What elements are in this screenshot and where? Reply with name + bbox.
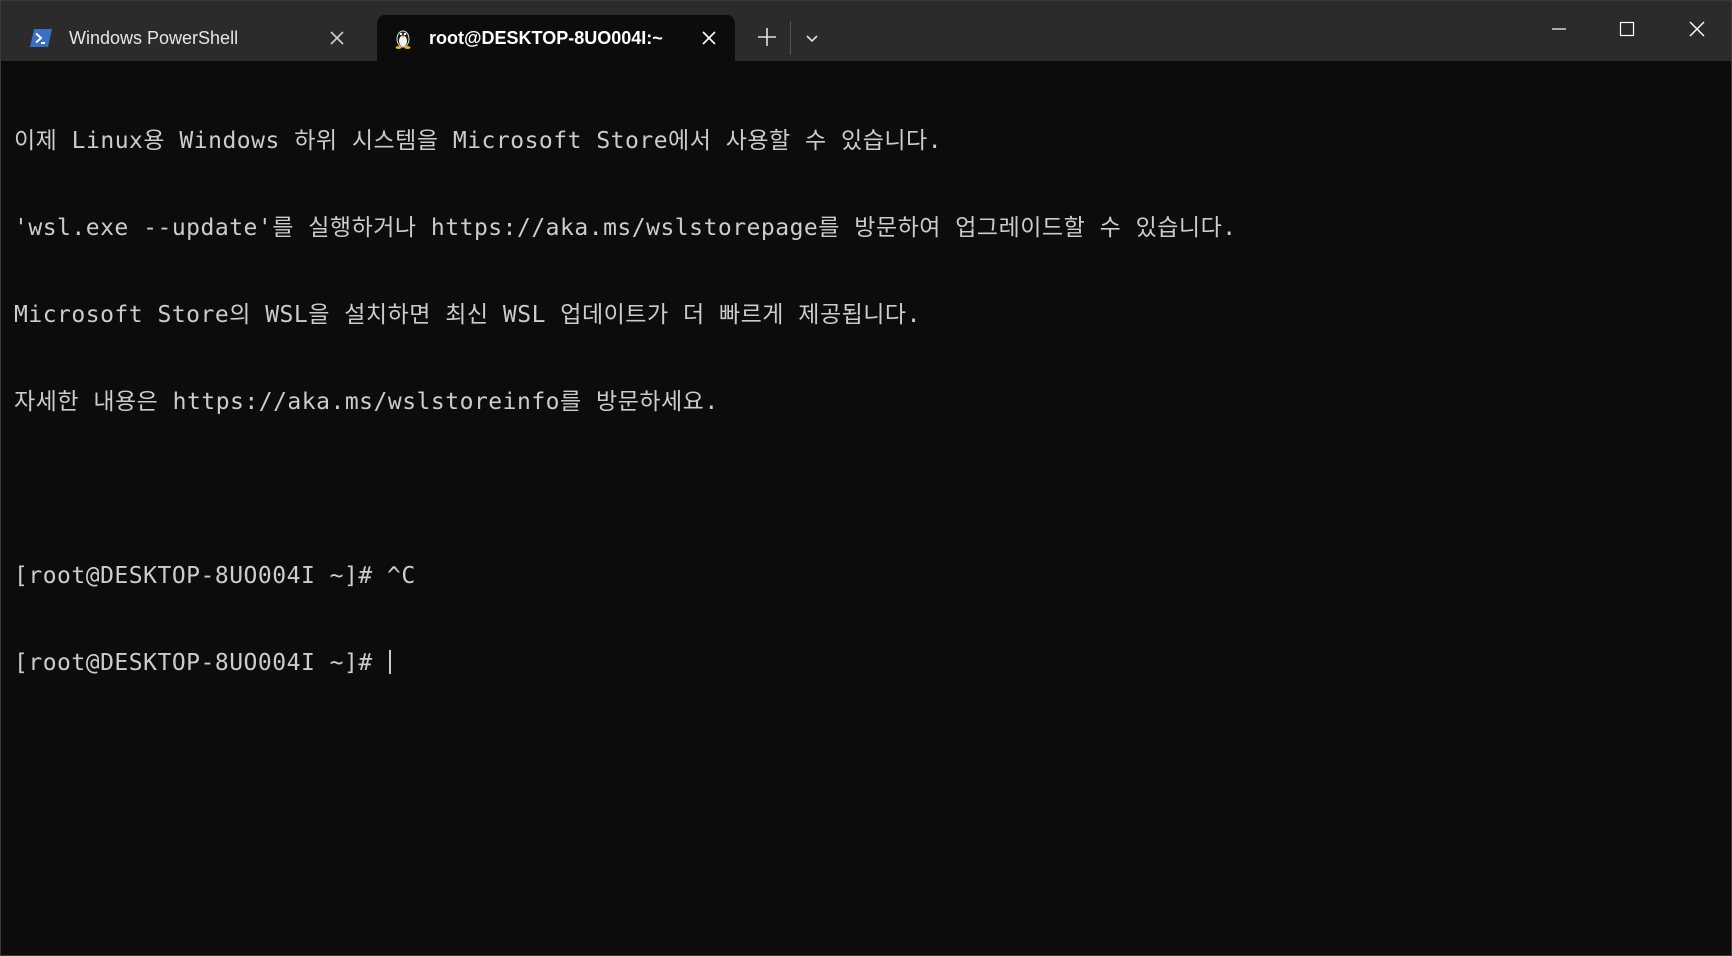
close-icon xyxy=(1688,20,1706,43)
maximize-button[interactable] xyxy=(1593,1,1661,61)
minimize-button[interactable] xyxy=(1525,1,1593,61)
tab-title-powershell: Windows PowerShell xyxy=(69,28,239,48)
shell-prompt: [root@DESKTOP-8UO004I ~]# xyxy=(14,650,388,676)
text-cursor xyxy=(389,650,392,674)
terminal-line: 이제 Linux용 Windows 하위 시스템을 Microsoft Stor… xyxy=(14,128,943,154)
maximize-icon xyxy=(1619,21,1635,42)
terminal-line: [root@DESKTOP-8UO004I ~]# ^C xyxy=(14,563,416,589)
close-window-button[interactable] xyxy=(1663,1,1731,61)
title-bar: Windows PowerShell root@DESKTOP-8UO004I:… xyxy=(1,1,1731,61)
close-tab-icon[interactable] xyxy=(325,26,349,50)
new-tab-button[interactable] xyxy=(751,23,783,55)
terminal-line: 자세한 내용은 https://aka.ms/wslstoreinfo를 방문하… xyxy=(14,389,719,415)
tab-title-linux: root@DESKTOP-8UO004I:~ xyxy=(429,28,663,48)
tab-windows-powershell[interactable]: Windows PowerShell xyxy=(13,15,369,61)
titlebar-divider xyxy=(790,21,791,55)
terminal-output[interactable]: 이제 Linux용 Windows 하위 시스템을 Microsoft Stor… xyxy=(1,61,1731,955)
linux-penguin-icon xyxy=(391,26,415,50)
tab-linux-root[interactable]: root@DESKTOP-8UO004I:~ xyxy=(377,15,735,61)
chevron-down-icon xyxy=(805,30,819,48)
terminal-window: Windows PowerShell root@DESKTOP-8UO004I:… xyxy=(0,0,1732,956)
minimize-icon xyxy=(1551,21,1567,42)
powershell-icon xyxy=(29,26,53,50)
profiles-dropdown-button[interactable] xyxy=(797,23,827,55)
terminal-prompt-line[interactable]: [root@DESKTOP-8UO004I ~]# xyxy=(14,649,1731,678)
terminal-line: Microsoft Store의 WSL을 설치하면 최신 WSL 업데이트가 … xyxy=(14,302,921,328)
close-tab-icon[interactable] xyxy=(697,26,721,50)
terminal-line: 'wsl.exe --update'를 실행하거나 https://aka.ms… xyxy=(14,215,1237,241)
plus-icon xyxy=(756,26,778,53)
